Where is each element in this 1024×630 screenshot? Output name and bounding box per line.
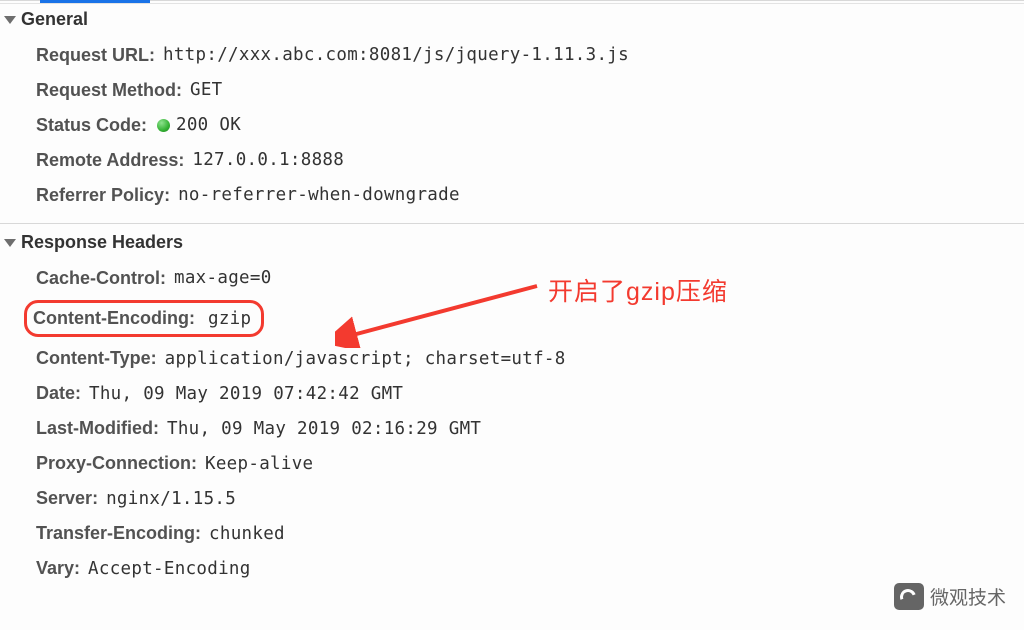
- vary-val: Accept-Encoding: [88, 556, 251, 582]
- proxy-connection-val: Keep-alive: [205, 451, 313, 477]
- response-headers-title: Response Headers: [21, 232, 183, 253]
- remote-address-key: Remote Address: [36, 147, 192, 174]
- chevron-down-icon: [4, 239, 16, 247]
- request-url-row: Request URL http://xxx.abc.com:8081/js/j…: [0, 38, 1024, 73]
- server-key: Server: [36, 485, 106, 512]
- general-section: General Request URL http://xxx.abc.com:8…: [0, 0, 1024, 223]
- cache-control-row: Cache-Control max-age=0: [0, 261, 1024, 296]
- date-row: Date Thu, 09 May 2019 07:42:42 GMT: [0, 376, 1024, 411]
- request-url-val: http://xxx.abc.com:8081/js/jquery-1.11.3…: [163, 42, 629, 68]
- remote-address-val: 127.0.0.1:8888: [192, 147, 344, 173]
- vary-row: Vary Accept-Encoding: [0, 551, 1024, 586]
- referrer-policy-row: Referrer Policy no-referrer-when-downgra…: [0, 178, 1024, 213]
- content-type-row: Content-Type application/javascript; cha…: [0, 341, 1024, 376]
- last-modified-val: Thu, 09 May 2019 02:16:29 GMT: [167, 416, 481, 442]
- proxy-connection-row: Proxy-Connection Keep-alive: [0, 446, 1024, 481]
- last-modified-row: Last-Modified Thu, 09 May 2019 02:16:29 …: [0, 411, 1024, 446]
- remote-address-row: Remote Address 127.0.0.1:8888: [0, 143, 1024, 178]
- request-method-row: Request Method GET: [0, 73, 1024, 108]
- content-encoding-row: Content-Encoding gzip: [0, 296, 1024, 341]
- transfer-encoding-key: Transfer-Encoding: [36, 520, 209, 547]
- top-separator: [0, 3, 1024, 4]
- response-headers-section: Response Headers Cache-Control max-age=0…: [0, 223, 1024, 596]
- server-row: Server nginx/1.15.5: [0, 481, 1024, 516]
- request-method-val: GET: [190, 77, 223, 103]
- content-encoding-val: gzip: [208, 309, 251, 329]
- date-val: Thu, 09 May 2019 07:42:42 GMT: [89, 381, 403, 407]
- chevron-down-icon: [4, 16, 16, 24]
- referrer-policy-val: no-referrer-when-downgrade: [178, 182, 460, 208]
- wechat-icon: [894, 583, 924, 610]
- status-dot-icon: [157, 119, 170, 132]
- watermark-text: 微观技术: [930, 583, 1006, 610]
- status-code-val: 200 OK: [176, 112, 241, 138]
- referrer-policy-key: Referrer Policy: [36, 182, 178, 209]
- last-modified-key: Last-Modified: [36, 415, 167, 442]
- annotation-text: 开启了gzip压缩: [548, 272, 728, 308]
- proxy-connection-key: Proxy-Connection: [36, 450, 205, 477]
- cache-control-val: max-age=0: [174, 265, 272, 291]
- content-type-key: Content-Type: [36, 345, 165, 372]
- status-code-row: Status Code 200 OK: [0, 108, 1024, 143]
- response-headers-header[interactable]: Response Headers: [0, 232, 1024, 253]
- status-code-key: Status Code: [36, 112, 155, 139]
- server-val: nginx/1.15.5: [106, 486, 236, 512]
- cache-control-key: Cache-Control: [36, 265, 174, 292]
- content-type-val: application/javascript; charset=utf-8: [165, 346, 566, 372]
- content-encoding-key: Content-Encoding: [33, 308, 203, 328]
- vary-key: Vary: [36, 555, 88, 582]
- date-key: Date: [36, 380, 89, 407]
- content-encoding-highlight: Content-Encoding gzip: [24, 300, 264, 337]
- transfer-encoding-val: chunked: [209, 521, 285, 547]
- general-header[interactable]: General: [0, 9, 1024, 30]
- watermark: 微观技术: [894, 583, 1006, 610]
- request-url-key: Request URL: [36, 42, 163, 69]
- general-title: General: [21, 9, 88, 30]
- transfer-encoding-row: Transfer-Encoding chunked: [0, 516, 1024, 551]
- request-method-key: Request Method: [36, 77, 190, 104]
